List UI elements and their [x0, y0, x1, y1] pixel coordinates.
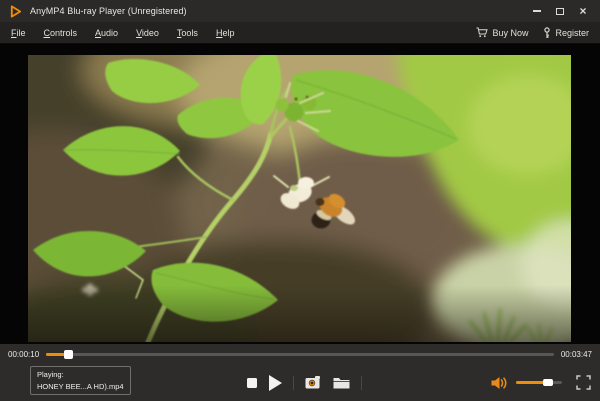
- now-playing-label: Playing:: [37, 369, 124, 381]
- menu-controls[interactable]: Controls: [44, 28, 78, 38]
- close-icon: ×: [579, 5, 586, 17]
- cart-icon: [476, 27, 488, 38]
- menu-file[interactable]: File: [11, 28, 26, 38]
- window-title: AnyMP4 Blu-ray Player (Unregistered): [30, 6, 187, 16]
- stop-button[interactable]: [247, 378, 257, 388]
- menu-tools[interactable]: Tools: [177, 28, 198, 38]
- fullscreen-button[interactable]: [576, 375, 591, 390]
- open-folder-button[interactable]: [333, 376, 350, 389]
- speaker-icon: [491, 376, 508, 390]
- volume-mute-button[interactable]: [491, 376, 508, 390]
- volume-fullscreen-controls: [491, 364, 591, 401]
- camera-icon: [305, 376, 322, 389]
- register-button[interactable]: Register: [543, 27, 589, 39]
- menu-audio[interactable]: Audio: [95, 28, 118, 38]
- app-window: AnyMP4 Blu-ray Player (Unregistered) × F…: [0, 0, 600, 401]
- control-bar: 00:00:10 00:03:47 Playing: HONEY BEE...A…: [0, 344, 600, 401]
- fullscreen-icon: [576, 375, 591, 390]
- menu-bar: File Controls Audio Video Tools Help Buy…: [0, 22, 600, 44]
- menu-video[interactable]: Video: [136, 28, 159, 38]
- volume-slider[interactable]: [516, 381, 562, 384]
- play-button[interactable]: [268, 375, 282, 391]
- video-stage: [0, 44, 600, 344]
- app-logo-icon: [9, 5, 22, 18]
- current-time: 00:00:10: [8, 350, 39, 359]
- menu-help[interactable]: Help: [216, 28, 235, 38]
- key-icon: [543, 27, 551, 39]
- register-label: Register: [555, 28, 589, 38]
- seek-row: 00:00:10 00:03:47: [0, 344, 600, 364]
- maximize-icon: [556, 8, 564, 15]
- separator: [293, 376, 294, 390]
- minimize-icon: [533, 10, 541, 12]
- title-bar: AnyMP4 Blu-ray Player (Unregistered) ×: [0, 0, 600, 22]
- close-button[interactable]: ×: [575, 3, 591, 19]
- total-time: 00:03:47: [561, 350, 592, 359]
- buy-now-label: Buy Now: [492, 28, 528, 38]
- separator: [361, 376, 362, 390]
- play-icon: [268, 375, 282, 391]
- window-controls: ×: [529, 3, 591, 19]
- volume-handle[interactable]: [543, 379, 553, 386]
- now-playing-box: Playing: HONEY BEE...A HD).mp4: [30, 366, 131, 395]
- controls-row: Playing: HONEY BEE...A HD).mp4: [0, 364, 600, 401]
- buy-now-button[interactable]: Buy Now: [476, 27, 528, 38]
- seek-bar[interactable]: [46, 353, 554, 356]
- snapshot-button[interactable]: [305, 376, 322, 389]
- playback-controls: [247, 375, 362, 391]
- folder-icon: [333, 376, 350, 389]
- menu-right-actions: Buy Now Register: [476, 27, 589, 39]
- video-display[interactable]: [28, 55, 571, 342]
- maximize-button[interactable]: [552, 3, 568, 19]
- video-frame-bee-on-flower: [28, 55, 571, 342]
- stop-icon: [247, 378, 257, 388]
- seek-handle[interactable]: [64, 350, 73, 359]
- now-playing-filename: HONEY BEE...A HD).mp4: [37, 381, 124, 393]
- minimize-button[interactable]: [529, 3, 545, 19]
